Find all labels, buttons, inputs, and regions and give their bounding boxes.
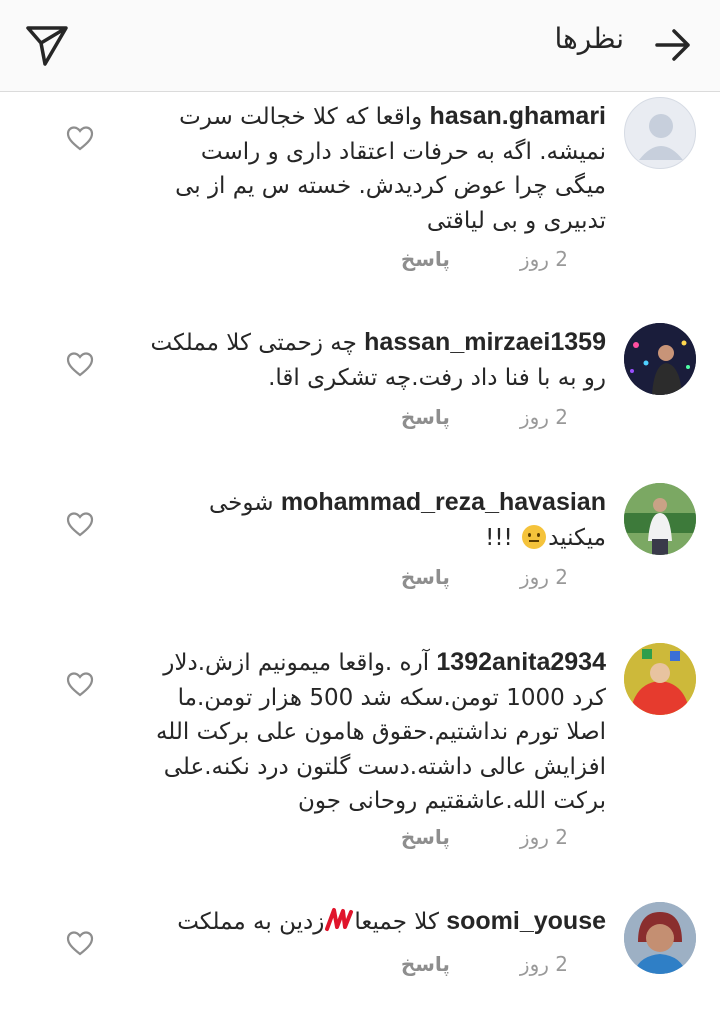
avatar[interactable] bbox=[624, 97, 696, 169]
comment-username[interactable]: hasan.ghamari bbox=[430, 102, 606, 130]
comment-text: soomi_youse کلا جمیعا زدین به مملکت bbox=[146, 904, 606, 940]
reply-button[interactable]: پاسخ bbox=[401, 952, 450, 976]
reply-button[interactable]: پاسخ bbox=[401, 247, 450, 271]
heart-icon[interactable] bbox=[66, 511, 94, 537]
avatar[interactable] bbox=[624, 902, 696, 974]
comment-time: 2 روز bbox=[519, 405, 568, 429]
arrow-right-icon[interactable] bbox=[654, 26, 692, 64]
top-bar: نظرها bbox=[0, 0, 720, 92]
comment-text: hasan.ghamari واقعا که کلا خجالت سرت نمی… bbox=[146, 99, 606, 238]
comment-time: 2 روز bbox=[519, 825, 568, 849]
comment-username[interactable]: 1392anita2934 bbox=[436, 648, 606, 676]
avatar-photo bbox=[624, 483, 696, 555]
comment-meta: 2 روز پاسخ bbox=[268, 952, 568, 982]
avatar-photo bbox=[624, 902, 696, 974]
comment-meta: 2 روز پاسخ bbox=[268, 247, 568, 277]
comment-text: hassan_mirzaei1359 چه زحمتی کلا مملکت رو… bbox=[146, 325, 606, 395]
comment-text: 1392anita2934 آره .واقعا میمونیم ازش.دلا… bbox=[146, 645, 606, 819]
avatar-photo bbox=[624, 323, 696, 395]
comment-username[interactable]: hassan_mirzaei1359 bbox=[364, 328, 606, 356]
comment-body-end: !!! bbox=[485, 524, 521, 551]
heart-icon[interactable] bbox=[66, 671, 94, 697]
heart-icon[interactable] bbox=[66, 351, 94, 377]
avatar-photo bbox=[624, 643, 696, 715]
red-scribble-icon bbox=[325, 908, 354, 931]
comment-meta: 2 روز پاسخ bbox=[268, 405, 568, 435]
reply-button[interactable]: پاسخ bbox=[401, 825, 450, 849]
comment-body: کلا جمیعا bbox=[354, 909, 447, 935]
comment-meta: 2 روز پاسخ bbox=[268, 565, 568, 595]
avatar[interactable] bbox=[624, 643, 696, 715]
avatar[interactable] bbox=[624, 483, 696, 555]
page-title: نظرها bbox=[554, 22, 624, 55]
comment-username[interactable]: soomi_youse bbox=[446, 907, 606, 935]
reply-button[interactable]: پاسخ bbox=[401, 405, 450, 429]
confused-face-emoji-icon bbox=[522, 524, 547, 549]
comment-username[interactable]: mohammad_reza_havasian bbox=[281, 488, 606, 516]
comment-time: 2 روز bbox=[519, 565, 568, 589]
default-avatar-icon bbox=[639, 114, 683, 160]
comment-text: mohammad_reza_havasian شوخی میکنید !!! bbox=[146, 485, 606, 555]
paper-plane-icon[interactable] bbox=[24, 22, 70, 68]
comment-time: 2 روز bbox=[519, 247, 568, 271]
reply-button[interactable]: پاسخ bbox=[401, 565, 450, 589]
heart-icon[interactable] bbox=[66, 125, 94, 151]
comment-body-end: زدین به مملکت bbox=[177, 909, 325, 935]
avatar[interactable] bbox=[624, 323, 696, 395]
heart-icon[interactable] bbox=[66, 930, 94, 956]
comment-meta: 2 روز پاسخ bbox=[268, 825, 568, 855]
comment-time: 2 روز bbox=[519, 952, 568, 976]
